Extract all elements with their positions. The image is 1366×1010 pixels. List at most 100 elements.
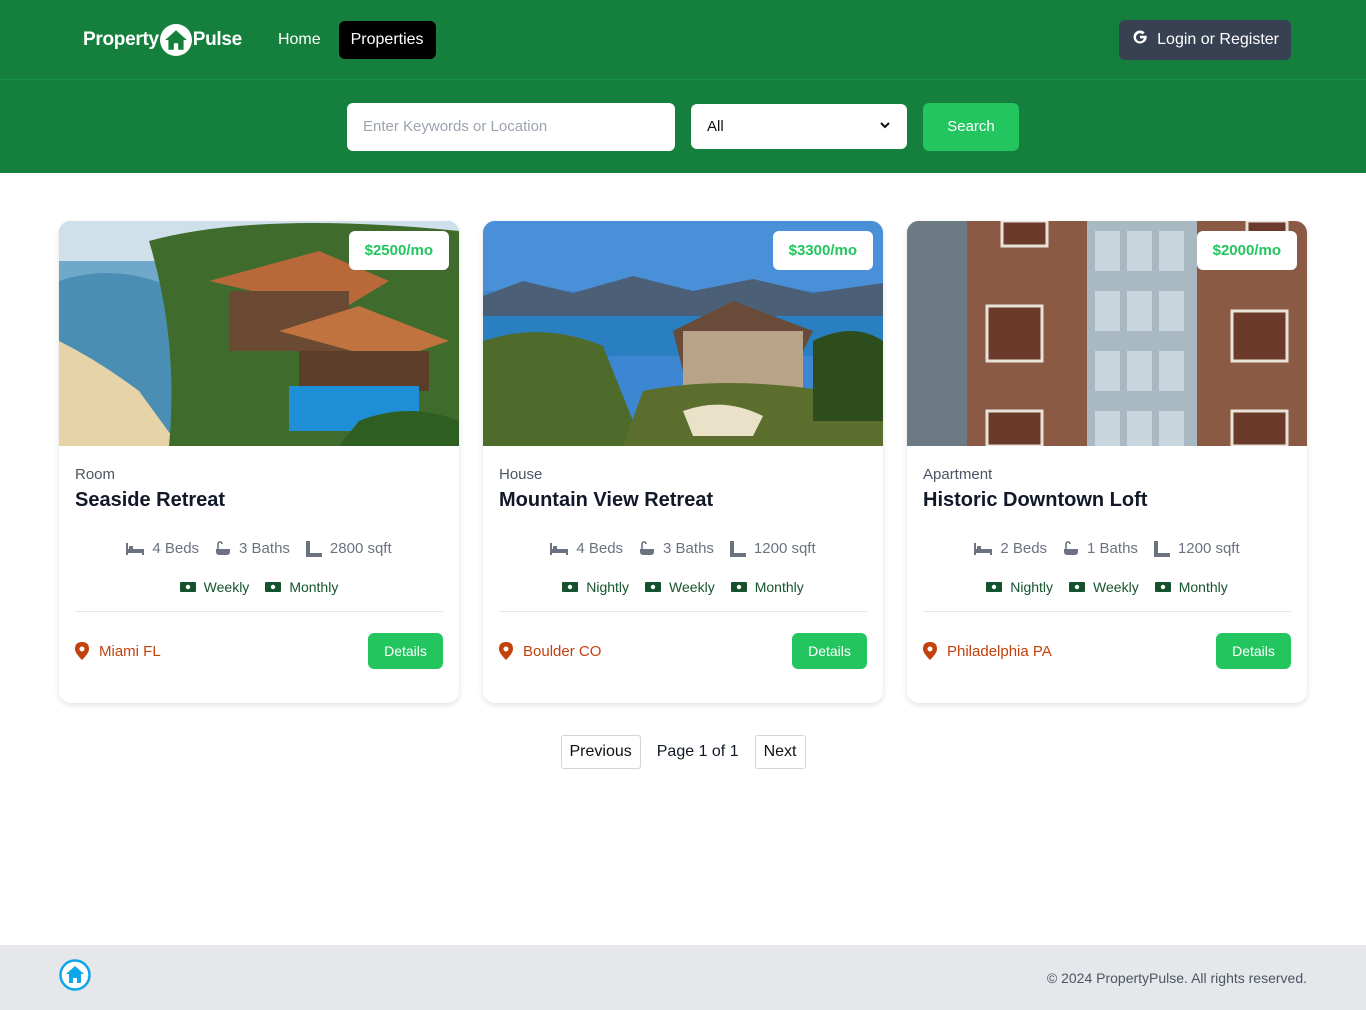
money-bill-icon: [1154, 582, 1171, 592]
money-bill-icon: [986, 582, 1003, 592]
property-stats: 4 Beds 3 Baths 2800 sqft: [75, 540, 443, 557]
rate-weekly: Weekly: [179, 579, 250, 595]
property-type-select[interactable]: All: [691, 104, 907, 149]
property-card: $2500/mo Room Seaside Retreat 4 Beds 3 B…: [59, 221, 459, 703]
property-stats: 2 Beds 1 Baths 1200 sqft: [923, 540, 1291, 557]
beds-stat: 2 Beds: [974, 540, 1047, 557]
rate-weekly: Weekly: [645, 579, 715, 595]
login-register-button[interactable]: Login or Register: [1119, 19, 1291, 60]
pagination: Previous Page 1 of 1 Next: [0, 735, 1366, 769]
login-register-label: Login or Register: [1157, 30, 1279, 48]
beds-label: 4 Beds: [152, 540, 200, 557]
search-button[interactable]: Search: [923, 102, 1019, 151]
beds-label: 4 Beds: [576, 540, 624, 557]
ruler-icon: [1153, 540, 1170, 557]
price-badge: $3300/mo: [772, 231, 873, 270]
details-button[interactable]: Details: [792, 633, 867, 669]
details-button[interactable]: Details: [1216, 633, 1291, 669]
rate-label: Monthly: [754, 579, 804, 595]
bed-icon: [550, 542, 569, 555]
price-badge: $2000/mo: [1196, 231, 1297, 270]
money-bill-icon: [179, 582, 196, 592]
location-label: Miami FL: [99, 642, 161, 660]
baths-label: 3 Baths: [663, 540, 714, 557]
logo[interactable]: Property Pulse: [83, 23, 243, 56]
property-card: $3300/mo House Mountain View Retreat 4 B…: [483, 221, 883, 703]
rate-nightly: Nightly: [986, 579, 1053, 595]
property-name: Seaside Retreat: [75, 489, 226, 511]
search-band: All Search: [0, 80, 1366, 173]
property-name: Mountain View Retreat: [499, 489, 714, 511]
rate-options: Nightly Weekly Monthly: [923, 579, 1291, 595]
map-marker-icon: [499, 642, 513, 660]
sqft-label: 1200 sqft: [753, 540, 816, 557]
map-marker-icon: [75, 642, 89, 660]
beds-stat: 4 Beds: [126, 540, 199, 557]
search-input[interactable]: [347, 102, 675, 151]
property-name: Historic Downtown Loft: [923, 489, 1148, 511]
property-stats: 4 Beds 3 Baths 1200 sqft: [499, 540, 867, 557]
rate-label: Nightly: [1010, 579, 1054, 595]
ruler-icon: [729, 540, 746, 557]
footer-home-logo-icon[interactable]: [59, 959, 91, 996]
google-icon: [1131, 28, 1149, 51]
top-navbar: Property Pulse Home Properties Login or …: [0, 0, 1366, 80]
sqft-label: 1200 sqft: [1177, 540, 1240, 557]
ruler-icon: [305, 540, 322, 557]
baths-stat: 1 Baths: [1063, 540, 1138, 557]
nav-link-properties[interactable]: Properties: [338, 20, 436, 59]
house-logo-icon: [159, 23, 192, 56]
divider: [923, 611, 1291, 612]
rate-monthly: Monthly: [1154, 579, 1228, 595]
location: Miami FL: [75, 642, 161, 660]
rate-monthly: Monthly: [265, 579, 338, 595]
rate-label: Monthly: [289, 579, 339, 595]
page-indicator: Page 1 of 1: [656, 743, 739, 760]
logo-text-right: Pulse: [192, 28, 243, 50]
sqft-stat: 1200 sqft: [1153, 540, 1240, 557]
beds-stat: 4 Beds: [550, 540, 623, 557]
money-bill-icon: [645, 582, 662, 592]
baths-stat: 3 Baths: [639, 540, 714, 557]
sqft-label: 2800 sqft: [329, 540, 392, 557]
copyright-text: © 2024 PropertyPulse. All rights reserve…: [1046, 969, 1307, 986]
property-type: Room: [75, 466, 116, 483]
rate-options: Weekly Monthly: [75, 579, 443, 595]
rate-label: Monthly: [1178, 579, 1228, 595]
money-bill-icon: [562, 582, 579, 592]
location: Philadelphia PA: [923, 642, 1052, 660]
sqft-stat: 1200 sqft: [729, 540, 816, 557]
rate-monthly: Monthly: [730, 579, 804, 595]
nav-link-home[interactable]: Home: [266, 21, 333, 59]
property-card: $2000/mo Apartment Historic Downtown Lof…: [907, 221, 1307, 703]
location-label: Philadelphia PA: [947, 642, 1052, 660]
location: Boulder CO: [499, 642, 601, 660]
details-button[interactable]: Details: [368, 633, 443, 669]
rate-nightly: Nightly: [562, 579, 629, 595]
baths-label: 1 Baths: [1087, 540, 1138, 557]
bed-icon: [126, 542, 145, 555]
bath-icon: [640, 540, 655, 555]
footer: © 2024 PropertyPulse. All rights reserve…: [0, 945, 1366, 1010]
next-page-button[interactable]: Next: [754, 735, 806, 769]
previous-page-button[interactable]: Previous: [560, 735, 641, 769]
property-type: House: [499, 466, 543, 483]
baths-stat: 3 Baths: [215, 540, 290, 557]
bed-icon: [974, 542, 993, 555]
bath-icon: [216, 540, 231, 555]
beds-label: 2 Beds: [1000, 540, 1048, 557]
logo-text-left: Property: [83, 28, 159, 50]
divider: [499, 611, 867, 612]
map-marker-icon: [923, 642, 937, 660]
bath-icon: [1064, 540, 1079, 555]
divider: [75, 611, 443, 612]
money-bill-icon: [1069, 582, 1086, 592]
sqft-stat: 2800 sqft: [305, 540, 392, 557]
property-list: $2500/mo Room Seaside Retreat 4 Beds 3 B…: [59, 221, 1307, 703]
property-type-selected: All: [707, 118, 724, 135]
rate-label: Weekly: [203, 579, 250, 595]
chevron-down-icon: [879, 118, 891, 135]
rate-label: Weekly: [669, 579, 715, 595]
rate-weekly: Weekly: [1069, 579, 1139, 595]
price-badge: $2500/mo: [348, 231, 449, 270]
